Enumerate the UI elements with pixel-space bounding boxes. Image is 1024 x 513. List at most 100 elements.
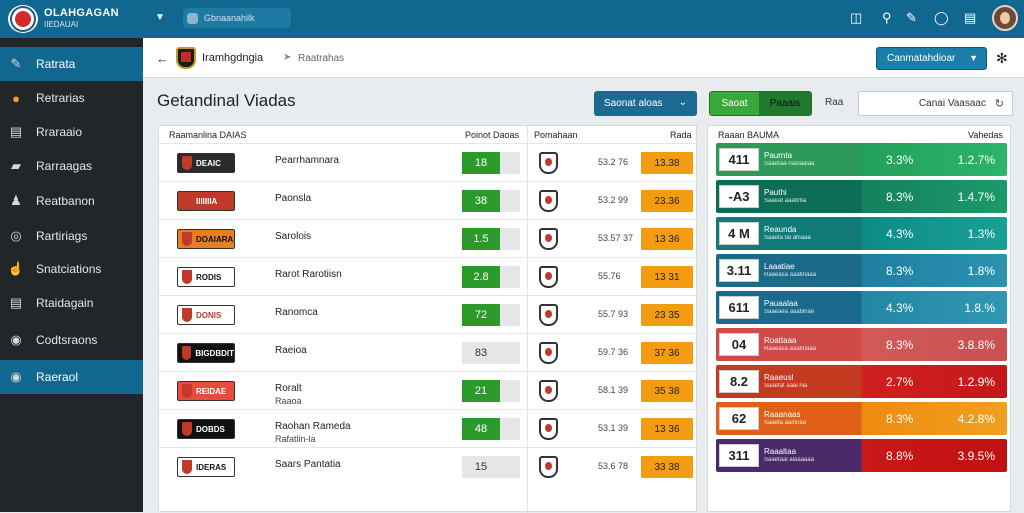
stat-row[interactable]: 8.2 Raaeusl Saaetat aaai nia 2.7% 1.2.9% <box>716 365 1007 398</box>
main-content: ← Iramhgdngia ➤ Raatrahas Canmatahdioar ▼… <box>143 38 1024 513</box>
sidebar-item-8[interactable]: ▤ Rtaidagain <box>0 286 143 320</box>
table-row[interactable]: DOAIARA Sarolois 1.5 53.57 37 13 36 <box>159 219 698 257</box>
coin-icon: ● <box>12 90 20 106</box>
team-name[interactable]: Saars Pantatia <box>275 459 341 471</box>
team-logo-mark <box>182 460 192 474</box>
table-row[interactable]: DEAIC Pearrhamnara 18 53.2 76 13.38 <box>159 143 698 181</box>
team-name-sub: Raaoa <box>275 396 302 406</box>
filter-label[interactable]: Raa <box>825 97 843 108</box>
stat-row[interactable]: -A3 Pauthi Saaeat aaatirtia 8.3% 1.4.7% <box>716 180 1007 213</box>
team-name[interactable]: Raeioa <box>275 345 307 357</box>
camera-icon[interactable]: ◫ <box>850 11 862 25</box>
team-logo-mark <box>182 308 192 322</box>
sidebar-item-5[interactable]: ♟ Reatbanon <box>0 184 143 218</box>
thumb-icon: ☝ <box>7 261 25 276</box>
stat-row[interactable]: 4 M Reaunda Saaeta tai ahiaaa 4.3% 1.3% <box>716 217 1007 250</box>
rate-badge[interactable]: 33 38 <box>641 456 693 478</box>
sidebar-item-9[interactable]: ◉ Codtsraons <box>0 323 143 357</box>
stat-row[interactable]: 311 Raaaltaa Saaetaal alaaaaaa 8.8% 3.9.5% <box>716 439 1007 472</box>
search-input-text: Canai Vaasaac <box>918 98 986 109</box>
odds-value: 58.1 39 <box>598 385 629 395</box>
club-crest-icon <box>539 342 558 364</box>
team-logo-text: IIIIIIIA <box>196 196 218 206</box>
team-name-text: Rarot Rarotiisn <box>275 269 342 280</box>
sidebar-item-1[interactable]: ✎ Ratrata <box>0 47 143 81</box>
table-row[interactable]: RODIS Rarot Rarotiisn 2.8 55.76 13 31 <box>159 257 698 295</box>
stat-label-sub: Saaetaa-naoiaaiaa <box>764 161 815 167</box>
odds-value: 55.7 93 <box>598 309 629 319</box>
table-row[interactable]: DOBDS Raohan Rameda Rafatlin-la 48 53.1 39 13… <box>159 409 698 447</box>
table-row[interactable]: IDERAS Saars Pantatia 15 53.6 78 33 38 <box>159 447 698 485</box>
refresh-icon[interactable]: ↻ <box>995 97 1004 110</box>
team-name[interactable]: Pearrhamnara <box>275 155 339 167</box>
rate-badge[interactable]: 23 35 <box>641 304 693 326</box>
team-name[interactable]: Rarot Rarotiisn <box>275 269 342 281</box>
breadcrumb-separator-icon: ➤ <box>283 52 292 63</box>
clipboard-icon[interactable]: ▤ <box>964 11 976 25</box>
team-logo-mark <box>182 232 192 246</box>
team-name[interactable]: Paonsla <box>275 193 311 205</box>
team-logo: IIIIIIIA <box>177 191 235 211</box>
odds-value: 53.1 39 <box>598 423 629 433</box>
rate-badge[interactable]: 35 38 <box>641 380 693 402</box>
stat-label: Roattaaa Raaeasa aaatinaaa <box>764 336 816 354</box>
club-crest-icon <box>539 304 558 326</box>
rate-badge[interactable]: 13 36 <box>641 228 693 250</box>
table-row[interactable]: BIGDBDIT Raeioa 83 59.7 36 37 36 <box>159 333 698 371</box>
stat-row[interactable]: 611 Pauaalaa Saaeaea aaatiinae 4.3% 1.8.% <box>716 291 1007 324</box>
stat-percent: 8.3% <box>886 412 914 426</box>
sidebar-item-label: Rartiriags <box>36 229 88 243</box>
sidebar-item-label: Snatciations <box>36 262 102 276</box>
col-header-values: Vahedas <box>968 130 1003 140</box>
stat-value: 1.4.7% <box>957 190 995 204</box>
stat-rank: 4 M <box>719 222 759 245</box>
sidebar-item-2[interactable]: ● Retrarias <box>0 81 143 115</box>
stat-row[interactable]: 04 Roattaaa Raaeasa aaatinaaa 8.3% 3.8.8% <box>716 328 1007 361</box>
sidebar-item-label: Rraraaio <box>36 125 83 139</box>
stat-row[interactable]: 62 Raaanaas Saaeta aainnaa 8.3% 4.2.8% <box>716 402 1007 435</box>
team-name[interactable]: Ranomca <box>275 307 318 319</box>
toggle-button-1[interactable]: Saoat <box>710 92 760 115</box>
season-dropdown[interactable]: Saonat aloas ⌄ <box>594 91 697 116</box>
car-icon: ▰ <box>11 158 21 173</box>
pen-icon[interactable]: ✎ <box>906 11 917 25</box>
sidebar-item-3[interactable]: ▤ Rraraaio <box>0 115 143 149</box>
table-row[interactable]: DONIS Ranomca 72 55.7 93 23 35 <box>159 295 698 333</box>
team-logo: IDERAS <box>177 457 235 477</box>
club-crest-icon <box>539 418 558 440</box>
col-header-position: Pomahaan <box>534 130 578 140</box>
top-search[interactable]: Gbnaanahilk <box>183 8 291 28</box>
rate-badge[interactable]: 37 36 <box>641 342 693 364</box>
avatar[interactable] <box>992 5 1018 31</box>
breadcrumb-next[interactable]: Raatrahas <box>298 53 344 64</box>
stat-row[interactable]: 411 Paurnta Saaetaa-naoiaaiaa 3.3% 1.2.7% <box>716 143 1007 176</box>
breadcrumb-current[interactable]: Iramhgdngia <box>202 52 263 64</box>
team-name[interactable]: Roralt Raaoa <box>275 383 302 407</box>
toggle-button-2[interactable]: Paaais <box>759 92 811 115</box>
sidebar-item-10[interactable]: ◉ Raeraol <box>0 360 143 394</box>
chat-icon[interactable]: ◯ <box>934 11 949 25</box>
search-input[interactable]: Canai Vaasaac ↻ <box>858 91 1013 116</box>
stat-label: Pauthi Saaeat aaatirtia <box>764 188 806 206</box>
rate-badge[interactable]: 23.36 <box>641 190 693 212</box>
app-logo[interactable] <box>8 5 38 33</box>
compare-dropdown[interactable]: Canmatahdioar ▼ <box>876 47 987 70</box>
search-icon[interactable]: ⚲ <box>882 11 892 25</box>
chevron-down-icon[interactable]: ▼ <box>155 12 165 23</box>
back-arrow-icon[interactable]: ← <box>156 51 169 66</box>
table-row[interactable]: IIIIIIIA Paonsla 38 53.2 99 23.36 <box>159 181 698 219</box>
points-bar: 48 <box>462 418 520 440</box>
stat-percent: 8.3% <box>886 264 914 278</box>
team-name[interactable]: Sarolois <box>275 231 311 243</box>
sidebar-item-7[interactable]: ☝ Snatciations <box>0 252 143 286</box>
sidebar-item-6[interactable]: ◎ Rartiriags <box>0 219 143 253</box>
table-row[interactable]: REIDAE Roralt Raaoa 21 58.1 39 35 38 <box>159 371 698 409</box>
team-name[interactable]: Raohan Rameda Rafatlin-la <box>275 421 351 445</box>
sidebar-item-4[interactable]: ▰ Rarraagas <box>0 149 143 183</box>
stat-row[interactable]: 3.11 Laaatiae Raaeasa aaatinaaa 8.3% 1.8% <box>716 254 1007 287</box>
rate-badge[interactable]: 13 31 <box>641 266 693 288</box>
rate-badge[interactable]: 13.38 <box>641 152 693 174</box>
col-header-rate: Rada <box>670 130 692 140</box>
settings-icon[interactable]: ✻ <box>996 50 1008 67</box>
rate-badge[interactable]: 13 36 <box>641 418 693 440</box>
